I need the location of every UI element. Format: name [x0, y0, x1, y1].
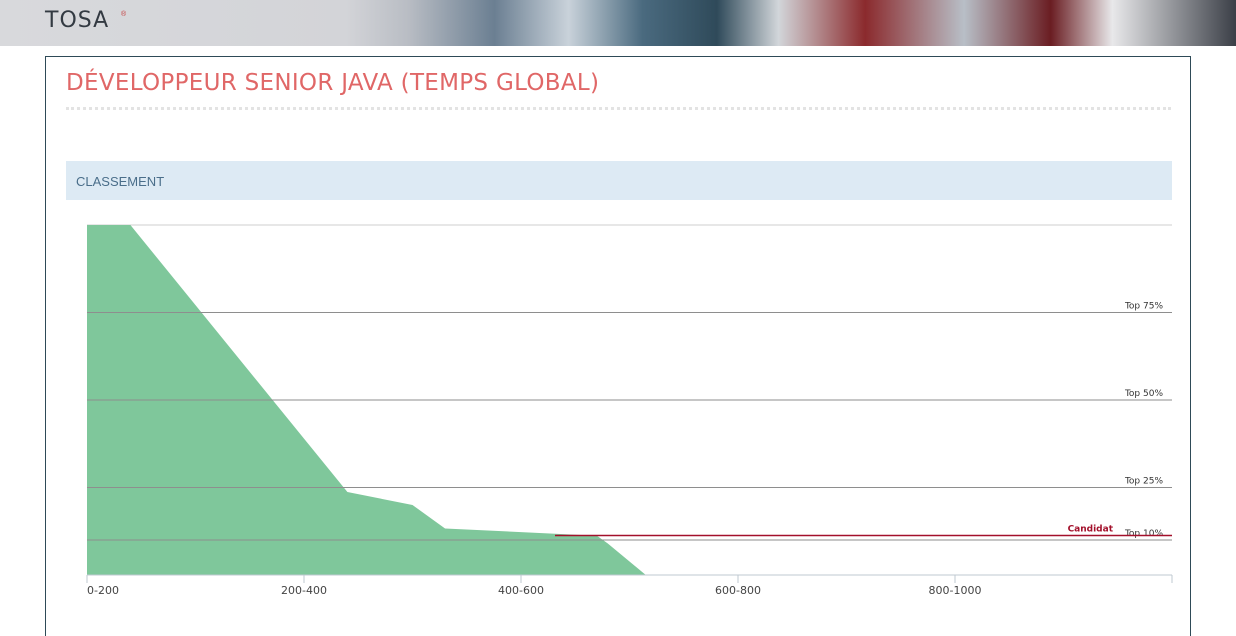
x-tick-label-2: 400-600	[498, 584, 544, 597]
threshold-label-2: Top 25%	[1124, 477, 1164, 487]
candidate-label: Candidat	[1068, 525, 1114, 535]
x-tick-label-4: 800-1000	[929, 584, 982, 597]
threshold-label-0: Top 75%	[1124, 302, 1164, 312]
threshold-label-3: Top 10%	[1124, 529, 1164, 539]
x-tick-label-3: 600-800	[715, 584, 761, 597]
x-tick-label-1: 200-400	[281, 584, 327, 597]
threshold-label-1: Top 50%	[1124, 389, 1164, 399]
ranking-chart: Top 75% Top 50% Top 25% Top 10% Candidat 0-20…	[86, 224, 1173, 597]
x-tick-label-0: 0-200	[87, 584, 119, 597]
